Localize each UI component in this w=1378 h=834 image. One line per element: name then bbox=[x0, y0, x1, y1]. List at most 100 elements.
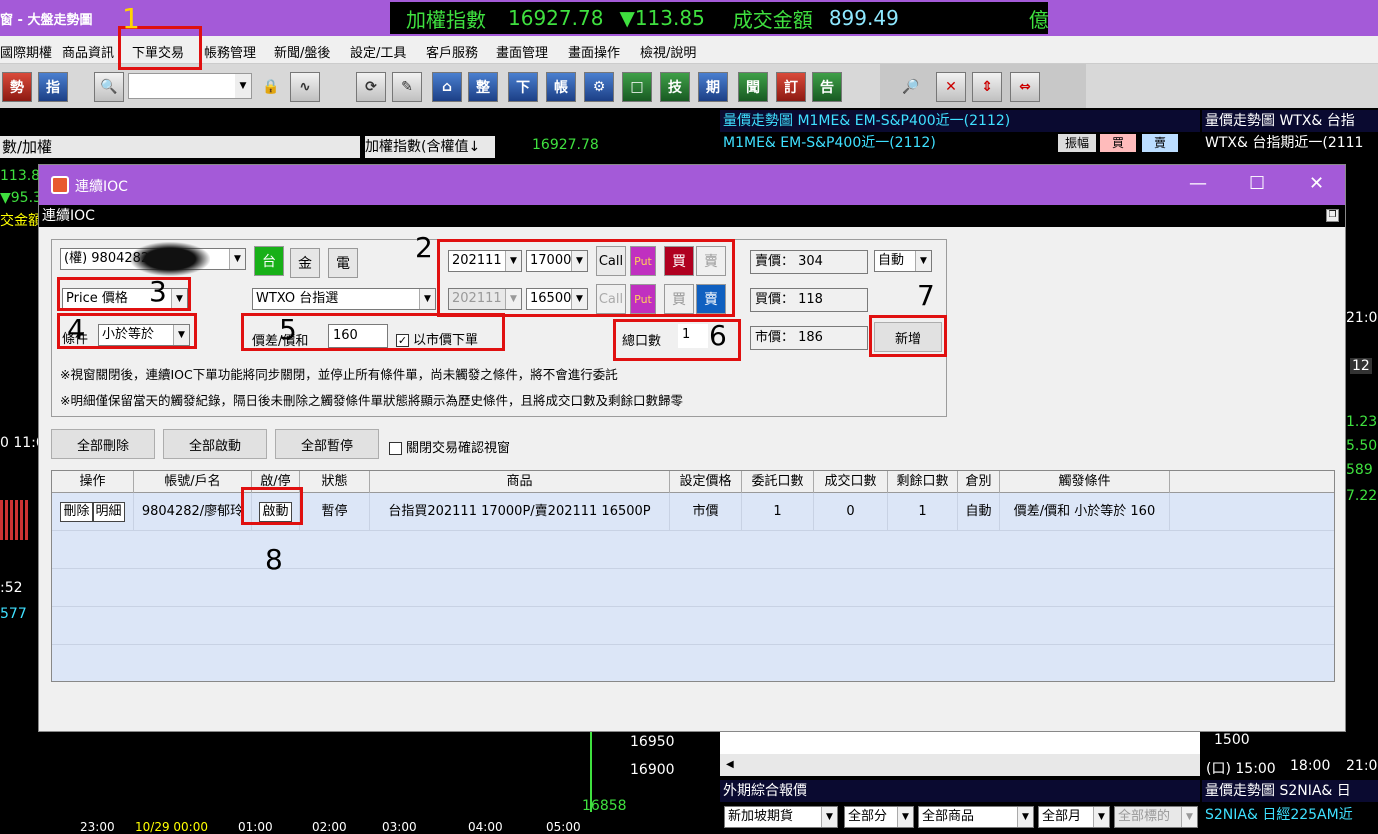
menu-account[interactable]: 帳務管理 bbox=[204, 42, 256, 61]
menu-order-trading[interactable]: 下單交易 bbox=[132, 42, 184, 61]
horizontal-scrollbar[interactable]: ◀ bbox=[720, 754, 1200, 776]
col-remaining-qty[interactable]: 剩餘口數 bbox=[888, 471, 958, 493]
leg2-month-select[interactable]: 202111 ▼ bbox=[448, 288, 522, 310]
leg1-strike-select[interactable]: 17000 ▼ bbox=[526, 250, 588, 272]
col-operation[interactable]: 操作 bbox=[52, 471, 134, 493]
bottom-select-1[interactable]: 新加坡期貨 ▼ bbox=[724, 806, 838, 828]
close-icon[interactable]: ✕ bbox=[1309, 173, 1324, 194]
news-button[interactable]: 聞 bbox=[738, 72, 768, 102]
chevron-down-icon[interactable]: ▼ bbox=[235, 74, 251, 98]
right-sell-button[interactable]: 賣 bbox=[1142, 134, 1178, 152]
refresh-icon[interactable]: ⟳ bbox=[356, 72, 386, 102]
tile-vertical-icon[interactable]: ⇕ bbox=[972, 72, 1002, 102]
leg1-sell-button[interactable]: 賣 bbox=[696, 246, 726, 276]
delete-all-button[interactable]: 全部刪除 bbox=[51, 429, 155, 459]
table-row[interactable]: 刪除 明細 9804282/廖郁玲 啟動 暫停 台指買202111 17000P/… bbox=[52, 493, 1334, 531]
add-button[interactable]: 新增 bbox=[874, 322, 942, 352]
col-toggle[interactable]: 啟/停 bbox=[252, 471, 300, 493]
col-order-qty[interactable]: 委託口數 bbox=[742, 471, 814, 493]
chart-icon[interactable]: ∿ bbox=[290, 72, 320, 102]
left-side-2: :52 bbox=[0, 580, 23, 596]
pause-all-button[interactable]: 全部暫停 bbox=[275, 429, 379, 459]
bottom-select-4[interactable]: 全部月 ▼ bbox=[1038, 806, 1110, 828]
leg1-month-select[interactable]: 202111 ▼ bbox=[448, 250, 522, 272]
integrate-button[interactable]: 整 bbox=[468, 72, 498, 102]
price-type-select[interactable]: Price 價格 ▼ bbox=[62, 288, 188, 310]
restore-icon[interactable]: ❐ bbox=[1326, 209, 1339, 222]
technical-button[interactable]: 技 bbox=[660, 72, 690, 102]
leg2-strike-select[interactable]: 16500 ▼ bbox=[526, 288, 588, 310]
menu-screen-manage[interactable]: 畫面管理 bbox=[496, 42, 548, 61]
close-confirm-checkbox[interactable]: 關閉交易確認視窗 bbox=[389, 437, 510, 456]
futures-button[interactable]: 期 bbox=[698, 72, 728, 102]
market-order-check[interactable]: ✓ bbox=[396, 334, 409, 347]
menu-view-help[interactable]: 檢視/說明 bbox=[640, 42, 696, 61]
search-icon[interactable]: 🔍 bbox=[94, 72, 124, 102]
market-fin-button[interactable]: 金 bbox=[290, 248, 320, 278]
market-order-checkbox[interactable]: ✓ 以市價下單 bbox=[396, 329, 478, 348]
menu-settings-tools[interactable]: 設定/工具 bbox=[350, 42, 406, 61]
tile-horizontal-icon[interactable]: ⇔ bbox=[1010, 72, 1040, 102]
market-tw-button[interactable]: 台 bbox=[254, 246, 284, 276]
turnover-label: 成交金額 bbox=[732, 7, 813, 32]
total-qty-input[interactable]: 1 bbox=[678, 324, 708, 348]
col-status[interactable]: 狀態 bbox=[300, 471, 370, 493]
gear-icon[interactable]: ⚙ bbox=[584, 72, 614, 102]
right-panel-subtitle: M1ME& EM-S&P400近一(2112) bbox=[723, 135, 936, 151]
minimize-icon[interactable]: — bbox=[1189, 173, 1207, 194]
menu-product-info[interactable]: 商品資訊 bbox=[62, 42, 114, 61]
bottom-select-3[interactable]: 全部商品 ▼ bbox=[918, 806, 1034, 828]
bottom-select-5[interactable]: 全部標的 ▼ bbox=[1114, 806, 1198, 828]
zoom-icon[interactable]: 🔎 bbox=[896, 72, 926, 102]
auto-select[interactable]: 自動 ▼ bbox=[874, 250, 932, 272]
chart-time-7: 05:00 bbox=[546, 820, 581, 834]
menu-screen-operate[interactable]: 畫面操作 bbox=[568, 42, 620, 61]
leg2-call-button[interactable]: Call bbox=[596, 284, 626, 314]
row-start-button[interactable]: 啟動 bbox=[259, 501, 292, 522]
row-toggle-cell: 啟動 bbox=[252, 493, 300, 531]
leg2-put-button[interactable]: Put bbox=[630, 284, 656, 314]
start-all-button[interactable]: 全部啟動 bbox=[163, 429, 267, 459]
index-button[interactable]: 指 bbox=[38, 72, 68, 102]
col-product[interactable]: 商品 bbox=[370, 471, 670, 493]
col-filled-qty[interactable]: 成交口數 bbox=[814, 471, 888, 493]
leg1-buy-button[interactable]: 買 bbox=[664, 246, 694, 276]
spread-input[interactable]: 160 bbox=[328, 324, 388, 348]
col-position[interactable]: 倉別 bbox=[958, 471, 1000, 493]
bottom-select-2[interactable]: 全部分 ▼ bbox=[844, 806, 914, 828]
row-product: 台指買202111 17000P/賣202111 16500P bbox=[370, 493, 670, 531]
bar-chart-icon[interactable]: □ bbox=[622, 72, 652, 102]
edit-icon[interactable]: ✎ bbox=[392, 72, 422, 102]
amplitude-button[interactable]: 振幅 bbox=[1058, 134, 1096, 152]
row-price: 市價 bbox=[670, 493, 742, 531]
bottom-select-1-value: 新加坡期貨 bbox=[728, 809, 794, 824]
leg2-sell-button[interactable]: 賣 bbox=[696, 284, 726, 314]
trend-button[interactable]: 勢 bbox=[2, 72, 32, 102]
right-buy-button[interactable]: 買 bbox=[1100, 134, 1136, 152]
col-account[interactable]: 帳號/戶名 bbox=[134, 471, 252, 493]
quick-search-combo[interactable]: ▼ bbox=[128, 73, 252, 99]
leg2-buy-button[interactable]: 買 bbox=[664, 284, 694, 314]
maximize-icon[interactable]: ☐ bbox=[1249, 173, 1265, 194]
home-icon[interactable]: ⌂ bbox=[432, 72, 462, 102]
menu-customer-service[interactable]: 客戶服務 bbox=[426, 42, 478, 61]
product-select[interactable]: WTXO 台指選 ▼ bbox=[252, 288, 436, 310]
leg1-call-button[interactable]: Call bbox=[596, 246, 626, 276]
col-set-price[interactable]: 設定價格 bbox=[670, 471, 742, 493]
chart-time-1: 23:00 bbox=[80, 820, 115, 834]
notice-button[interactable]: 告 bbox=[812, 72, 842, 102]
row-delete-button[interactable]: 刪除 bbox=[60, 501, 93, 522]
lock-icon[interactable]: 🔒 bbox=[256, 72, 286, 102]
leg1-put-button[interactable]: Put bbox=[630, 246, 656, 276]
col-trigger[interactable]: 觸發條件 bbox=[1000, 471, 1170, 493]
close-window-icon[interactable]: ✕ bbox=[936, 72, 966, 102]
order-button[interactable]: 下 bbox=[508, 72, 538, 102]
menu-news[interactable]: 新聞/盤後 bbox=[274, 42, 330, 61]
close-confirm-check[interactable] bbox=[389, 442, 402, 455]
menu-international[interactable]: 國際期權 bbox=[0, 42, 52, 61]
market-elec-button[interactable]: 電 bbox=[328, 248, 358, 278]
condition-select[interactable]: 小於等於 ▼ bbox=[98, 324, 190, 346]
subscribe-button[interactable]: 訂 bbox=[776, 72, 806, 102]
row-detail-button[interactable]: 明細 bbox=[92, 501, 125, 522]
account-button[interactable]: 帳 bbox=[546, 72, 576, 102]
